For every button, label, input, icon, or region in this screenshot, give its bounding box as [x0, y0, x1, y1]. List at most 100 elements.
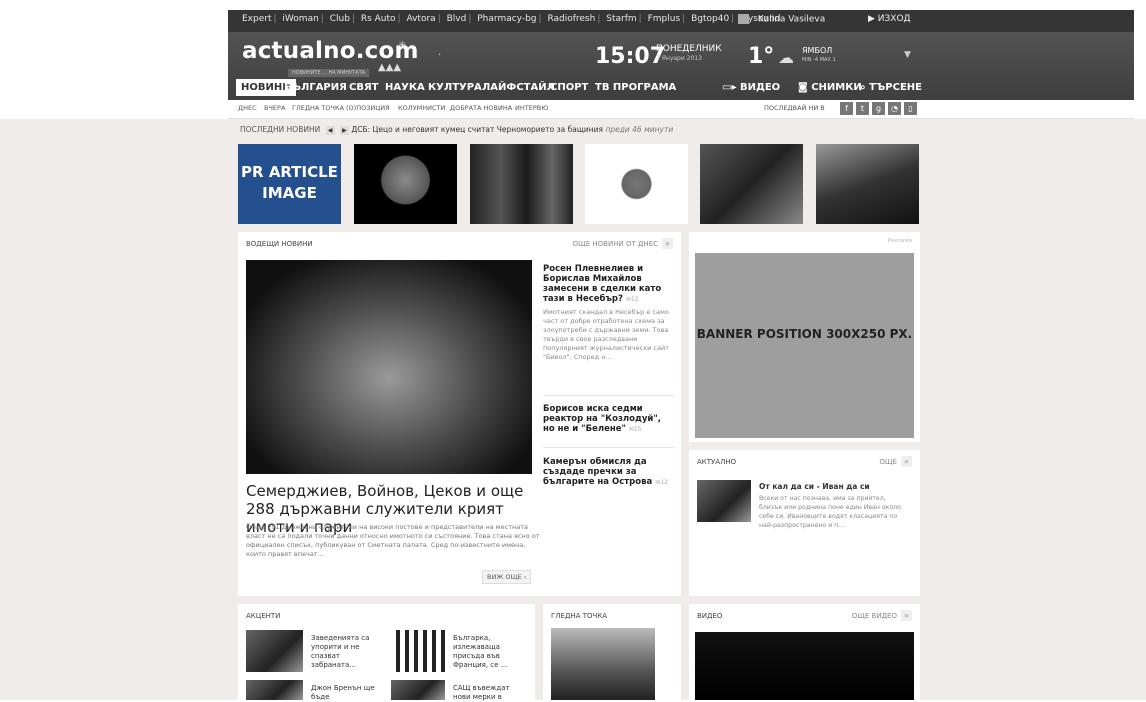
subnav-item[interactable]: ДОБРАТА НОВИНА [450, 104, 512, 112]
google-plus-icon[interactable]: g [872, 102, 885, 115]
read-more-label: ВИЖ ОЩЕ [487, 573, 522, 581]
network-link[interactable]: Starfm [606, 14, 636, 24]
network-link[interactable]: Rs Auto [361, 14, 396, 24]
nav-item-photos[interactable]: ◙ СНИМКИ [798, 82, 862, 93]
nav-item-video[interactable]: ▭▸ ВИДЕО [722, 82, 780, 93]
side-story-title[interactable]: Борисов иска седми реактор на "Козлодуй"… [543, 404, 673, 435]
subnav-item[interactable]: ДНЕС [238, 104, 257, 112]
lead-story-image[interactable] [246, 260, 532, 474]
akcenti-item[interactable]: Джон Бренън ще бъде [311, 684, 381, 702]
video-camera-icon: ▭▸ [722, 82, 740, 93]
nav-item-lifestyle[interactable]: ЛАЙФСТАЙЛ [482, 82, 555, 93]
nav-video-label: ВИДЕО [739, 82, 781, 93]
akcenti-item[interactable]: Заведенията са упорити и не спазват забр… [311, 634, 381, 670]
network-link[interactable]: Pharmacy-bg [477, 14, 536, 24]
side-story-title[interactable]: Росен Плевнелиев и Борислав Михайлов зам… [543, 264, 673, 305]
subnav-item[interactable]: КОЛУМНИСТИ [398, 104, 445, 112]
speaker-photo[interactable] [816, 144, 919, 224]
akcenti-thumbnail[interactable] [391, 680, 445, 700]
network-link[interactable]: Blvd [447, 14, 467, 24]
nav-item-culture[interactable]: КУЛТУРА [428, 82, 482, 93]
network-link[interactable]: Expert [242, 14, 272, 24]
more-aktualno-label: ОЩЕ [879, 458, 897, 466]
weather-temp: 1° [748, 44, 775, 69]
crowd-photo[interactable] [700, 144, 803, 224]
ads-label: Реклама [887, 238, 912, 244]
side-story[interactable]: Борисов иска седми реактор на "Козлодуй"… [543, 404, 673, 435]
gledna-tochka-panel: ГЛЕДНА ТОЧКА [543, 604, 681, 700]
site-logo[interactable]: actualno.com [242, 38, 419, 64]
chevron-right-icon: » [901, 456, 912, 467]
play-icon: ▶ [868, 14, 875, 24]
mobile-icon[interactable]: ▯ [904, 102, 917, 115]
weather-minmax: MIN -4 MAX 1 [802, 57, 836, 63]
akcenti-thumbnail[interactable] [391, 630, 445, 672]
ticker-prev-icon[interactable]: ◀ [325, 126, 335, 135]
weather-widget[interactable]: 1° ☁ ЯМБОЛ MIN -4 MAX 1 ▼ [736, 42, 916, 72]
video-panel: ВИДЕО ОЩЕ ВИДЕО » [689, 604, 920, 700]
side-story-title-text: Камерън обмисля да създаде пречки за бъл… [543, 457, 653, 487]
banner-text: BANNER POSITION 300X250 PX. [696, 327, 913, 341]
ticker-headline[interactable]: ДСБ: Цецо и неговият кумец считат Черном… [351, 125, 603, 134]
students-photo[interactable] [470, 144, 573, 224]
clock-date: 7 Януари 2013 [656, 55, 702, 62]
pr-article-image[interactable]: PR ARTICLE IMAGE [238, 144, 341, 224]
aktualno-title[interactable]: От кал да си - Иван да си [759, 482, 909, 491]
logout-label[interactable]: ИЗХОД [878, 14, 911, 24]
city-skyline-icon: ▲▲▲ [378, 62, 402, 73]
ticker-time: преди 46 минути [605, 125, 674, 134]
network-link[interactable]: Bgtop40 [691, 14, 729, 24]
subnav-item[interactable]: ВЧЕРА [264, 104, 285, 112]
network-link[interactable]: Fmplus [648, 14, 681, 24]
ticker-next-icon[interactable]: ▶ [339, 126, 349, 135]
nav-item-science[interactable]: НАУКА [385, 82, 425, 93]
rss-icon[interactable]: ◔ [888, 102, 901, 115]
chevron-down-icon[interactable]: ▼ [904, 50, 911, 60]
comment-count-value: 15 [633, 426, 642, 433]
more-news-link[interactable]: ОЩЕ НОВИНИ ОТ ДНЕС » [573, 238, 673, 249]
logout-link[interactable]: ▶ ИЗХОД [868, 14, 911, 24]
facebook-icon[interactable]: f [840, 102, 853, 115]
twitter-icon[interactable]: t [856, 102, 869, 115]
side-story[interactable]: Росен Плевнелиев и Борислав Михайлов зам… [543, 264, 673, 362]
panel-title: ВОДЕЩИ НОВИНИ [246, 240, 313, 248]
akcenti-thumbnail[interactable] [246, 630, 303, 672]
network-link[interactable]: Radiofresh [547, 14, 595, 24]
network-link[interactable]: iWoman [282, 14, 318, 24]
user-name[interactable]: Kalina Vasileva [758, 15, 825, 25]
network-link[interactable]: Club [330, 14, 350, 24]
subnav-item[interactable]: ИНТЕРВЮ [515, 104, 548, 112]
video-player[interactable] [695, 632, 914, 700]
more-aktualno-link[interactable]: ОЩЕ » [879, 456, 912, 467]
user-menu[interactable]: Kalina Vasileva [738, 14, 825, 25]
more-video-link[interactable]: ОЩЕ ВИДЕО » [852, 610, 912, 621]
read-more-button[interactable]: ВИЖ ОЩЕ › [482, 570, 532, 584]
sparkle-icon: · [438, 50, 442, 61]
subnav-item[interactable]: (О)ПОЗИЦИЯ [346, 104, 390, 112]
tomato-photo[interactable] [585, 144, 688, 224]
gledna-tochka-image[interactable] [551, 628, 655, 700]
nav-item-tv[interactable]: ТВ ПРОГРАМА [595, 82, 676, 93]
weather-city: ЯМБОЛ [802, 46, 833, 55]
subnav-item[interactable]: ГЛЕДНА ТОЧКА [292, 104, 344, 112]
side-story-title[interactable]: Камерън обмисля да създаде пречки за бъл… [543, 457, 673, 488]
aktualno-panel: АКТУАЛНО ОЩЕ» От кал да си - Иван да си … [689, 450, 920, 596]
nav-item-world[interactable]: СВЯТ [349, 82, 378, 93]
sub-nav: ДНЕС ВЧЕРА ГЛЕДНА ТОЧКА (О)ПОЗИЦИЯ КОЛУМ… [228, 100, 1134, 119]
comment-count-value: 12 [630, 296, 639, 303]
panel-title: ВИДЕО [697, 612, 723, 620]
aktualno-thumbnail[interactable] [697, 480, 751, 522]
pr-label: PR ARTICLE IMAGE [241, 163, 338, 202]
akcenti-thumbnail[interactable] [246, 680, 303, 700]
side-story[interactable]: Камерън обмисля да създаде пречки за бъл… [543, 457, 673, 488]
snow-cloud-icon: ☁ [778, 48, 794, 67]
nav-item-search[interactable]: ⌕ ТЪРСЕНЕ [860, 82, 922, 93]
clock-day: ПОНЕДЕЛНИК [656, 44, 722, 54]
akcenti-item[interactable]: Българка, излежаваща присъда във Франция… [453, 634, 528, 670]
nav-item-sport[interactable]: СПОРТ [550, 82, 588, 93]
planet-photo[interactable] [354, 144, 457, 224]
banner-ad[interactable]: BANNER POSITION 300X250 PX. [695, 253, 914, 438]
nav-item-bulgaria[interactable]: БЪЛГАРИЯ [284, 82, 347, 93]
akcenti-item[interactable]: САЩ въвеждат нови мерки в [453, 684, 528, 702]
network-link[interactable]: Avtora [406, 14, 435, 24]
